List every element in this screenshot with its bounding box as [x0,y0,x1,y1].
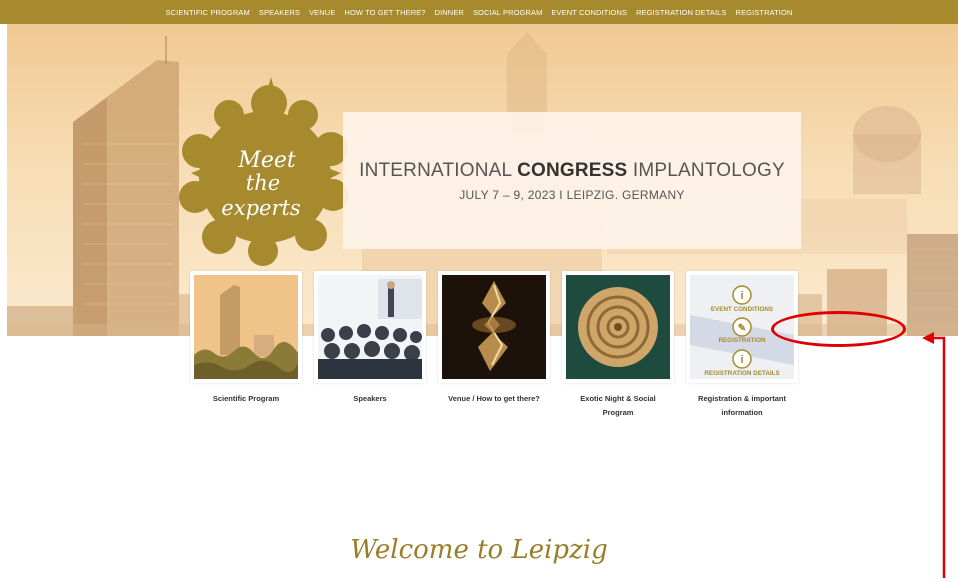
badge-line1: Meet [237,148,296,173]
welcome-heading: Welcome to Leipzig [350,535,608,565]
nav-speakers[interactable]: SPEAKERS [259,8,300,17]
top-navigation: SCIENTIFIC PROGRAM SPEAKERS VENUE HOW TO… [0,0,958,24]
congress-title: INTERNATIONAL CONGRESS IMPLANTOLOGY [359,160,785,181]
scientific-program-thumbnail[interactable] [190,271,302,383]
speakers-thumbnail[interactable] [314,271,426,383]
annotation-circle [771,311,906,347]
badge-line3: experts [221,196,301,220]
card-speakers[interactable]: Speakers [314,271,426,406]
badge-line2: the [246,171,280,195]
nav-dinner[interactable]: DINNER [435,8,464,17]
card-registration[interactable]: i ✎ i EVENT CONDITIONS REGISTRATION REGI… [686,271,798,420]
exotic-night-thumbnail[interactable] [562,271,674,383]
thumb-item-registration: REGISTRATION [718,337,766,344]
card-label[interactable]: Exotic Night & Social Program [562,392,674,420]
nav-social-program[interactable]: SOCIAL PROGRAM [473,8,542,17]
card-venue[interactable]: Venue / How to get there? [438,271,550,406]
card-label[interactable]: Venue / How to get there? [438,392,550,406]
nav-registration-details[interactable]: REGISTRATION DETAILS [636,8,726,17]
annotation-arrow-icon [922,332,946,578]
nav-scientific-program[interactable]: SCIENTIFIC PROGRAM [166,8,250,17]
card-label[interactable]: Scientific Program [190,392,302,406]
thumb-item-registration-details: REGISTRATION DETAILS [704,370,779,377]
card-scientific-program[interactable]: Scientific Program [190,271,302,406]
card-label[interactable]: Registration & important information [686,392,798,420]
pencil-icon: ✎ [738,323,746,334]
info-icon: i [740,290,743,302]
meet-the-experts-badge: Meet the experts [171,77,359,269]
nav-registration[interactable]: REGISTRATION [736,8,793,17]
thumb-item-event-conditions: EVENT CONDITIONS [711,306,773,313]
info-icon: i [740,354,743,366]
nav-venue[interactable]: VENUE [309,8,335,17]
card-exotic-night[interactable]: Exotic Night & Social Program [562,271,674,420]
nav-event-conditions[interactable]: EVENT CONDITIONS [551,8,627,17]
venue-thumbnail[interactable] [438,271,550,383]
congress-title-box: INTERNATIONAL CONGRESS IMPLANTOLOGY JULY… [343,112,801,249]
card-label[interactable]: Speakers [314,392,426,406]
congress-dates: JULY 7 – 9, 2023 I LEIPZIG. GERMANY [459,188,685,202]
nav-how-to-get-there[interactable]: HOW TO GET THERE? [344,8,425,17]
